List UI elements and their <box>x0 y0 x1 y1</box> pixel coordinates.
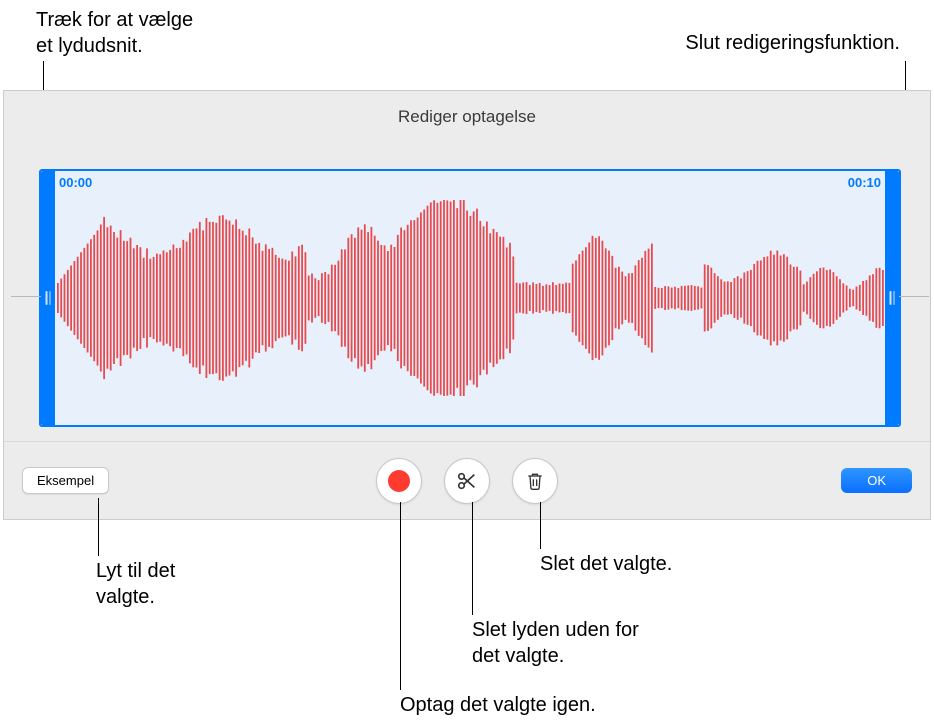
callout-listen: Lyt til det valgte. <box>96 558 175 610</box>
toolbar: Eksempel <box>4 441 930 519</box>
trim-button[interactable] <box>444 458 490 504</box>
selection-handle-right[interactable] <box>885 171 899 425</box>
callout-line <box>98 498 99 556</box>
trash-icon <box>525 470 545 492</box>
record-button[interactable] <box>376 458 422 504</box>
preview-button[interactable]: Eksempel <box>22 467 109 494</box>
callout-line <box>472 502 473 615</box>
callout-end-editing: Slut redigeringsfunktion. <box>685 30 900 56</box>
callout-delete-outside: Slet lyden uden for det valgte. <box>472 617 639 669</box>
waveform-svg <box>55 171 885 425</box>
scissors-icon <box>456 470 478 492</box>
editor-panel: Rediger optagelse 00:00 00:10 Eksempel <box>3 90 931 520</box>
callout-drag-select: Træk for at vælge et lydudsnit. <box>36 7 193 59</box>
callout-line <box>400 502 401 690</box>
callout-line <box>540 502 541 549</box>
ok-button[interactable]: OK <box>841 468 912 493</box>
center-controls <box>376 458 558 504</box>
panel-title: Rediger optagelse <box>4 91 930 137</box>
record-icon <box>388 470 410 492</box>
selection-handle-left[interactable] <box>41 171 55 425</box>
delete-button[interactable] <box>512 458 558 504</box>
callout-record-again: Optag det valgte igen. <box>400 692 596 718</box>
callout-delete-selection: Slet det valgte. <box>540 551 672 577</box>
waveform-area[interactable]: 00:00 00:10 <box>39 169 901 427</box>
